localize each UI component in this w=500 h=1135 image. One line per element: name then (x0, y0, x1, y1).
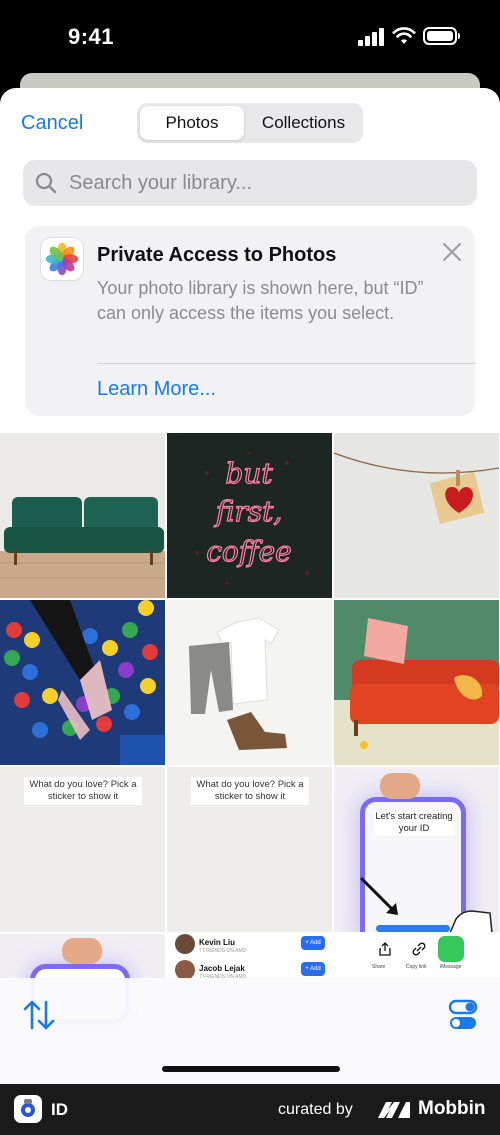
neon-text-line-2: first, (214, 495, 283, 528)
photo-picker-sheet: Cancel Photos Collections Search your li… (0, 88, 500, 1084)
arrow-icon (360, 877, 398, 915)
photo-tile[interactable] (0, 600, 165, 765)
private-access-notice: Private Access to Photos Your photo libr… (25, 226, 475, 416)
photo-tile[interactable]: Let's start creating your ID (334, 767, 499, 932)
search-bar (23, 160, 477, 206)
add-friend-button: + Add (301, 962, 325, 976)
photo-tile[interactable]: but first, coffee (167, 433, 332, 598)
mobbin-logo-icon (378, 1102, 410, 1118)
photo-tile[interactable]: What do you love? Pick a sticker to show… (0, 767, 165, 932)
photo-tile[interactable] (0, 433, 165, 598)
photo-tile[interactable] (334, 600, 499, 765)
attribution-footer: ID curated by Mobbin (0, 1084, 500, 1135)
link-icon (412, 942, 426, 956)
tab-collections[interactable]: Collections (247, 106, 360, 140)
friend-sub: 7 FRIENDS ON AMO (199, 948, 247, 954)
search-input[interactable] (69, 171, 449, 195)
share-action-label: iMessage (440, 964, 462, 970)
home-indicator (162, 1066, 340, 1072)
status-bar: 9:41 (0, 0, 500, 80)
photos-app-icon (40, 237, 84, 281)
friend-name: Jacob Lejak (199, 964, 245, 973)
notice-title: Private Access to Photos (97, 244, 337, 266)
cellular-signal-icon (358, 28, 384, 46)
options-toggle-icon[interactable] (448, 998, 478, 1032)
screenshot-caption: What do you love? Pick a sticker to show… (191, 777, 309, 805)
imessage-icon (438, 936, 464, 962)
status-time: 9:41 (68, 24, 115, 49)
wifi-icon (392, 27, 416, 44)
screenshot-caption: Let's start creating your ID (374, 811, 454, 835)
hand-illustration (380, 773, 420, 799)
segmented-control: Photos Collections (137, 103, 363, 143)
friend-name: Kevin Liu (199, 938, 236, 947)
screenshot-caption: What do you love? Pick a sticker to show… (24, 777, 142, 805)
brand-name: Mobbin (418, 1098, 486, 1119)
divider (97, 363, 475, 364)
avatar (175, 934, 195, 954)
add-friend-button: + Add (301, 936, 325, 950)
cancel-button[interactable]: Cancel (21, 112, 83, 135)
avatar (175, 960, 195, 980)
photo-tile[interactable] (334, 433, 499, 598)
battery-icon (423, 27, 460, 45)
photo-tile[interactable] (167, 600, 332, 765)
bottom-toolbar (0, 978, 500, 1084)
learn-more-link[interactable]: Learn More... (97, 378, 216, 401)
notice-body: Your photo library is shown here, but “I… (97, 278, 424, 323)
tab-photos[interactable]: Photos (140, 106, 244, 140)
search-icon (35, 172, 57, 194)
share-icon (379, 942, 391, 956)
share-action-label: Copy link (406, 964, 427, 970)
curated-by-label: curated by (278, 1101, 353, 1118)
share-action-label: Share (372, 964, 386, 970)
cta-bar (376, 925, 450, 932)
neon-text-line-3: coffee (206, 535, 292, 568)
neon-text-line-1: but (225, 457, 273, 490)
photo-tile[interactable]: What do you love? Pick a sticker to show… (167, 767, 332, 932)
sort-icon[interactable] (22, 998, 56, 1032)
screen: 9:41 Cancel Photos Collections Search yo… (0, 0, 500, 1135)
hand-outline-icon (449, 910, 493, 932)
hand-illustration (62, 938, 102, 964)
close-icon[interactable] (440, 240, 464, 264)
app-icon (14, 1095, 42, 1123)
app-name: ID (51, 1100, 68, 1119)
